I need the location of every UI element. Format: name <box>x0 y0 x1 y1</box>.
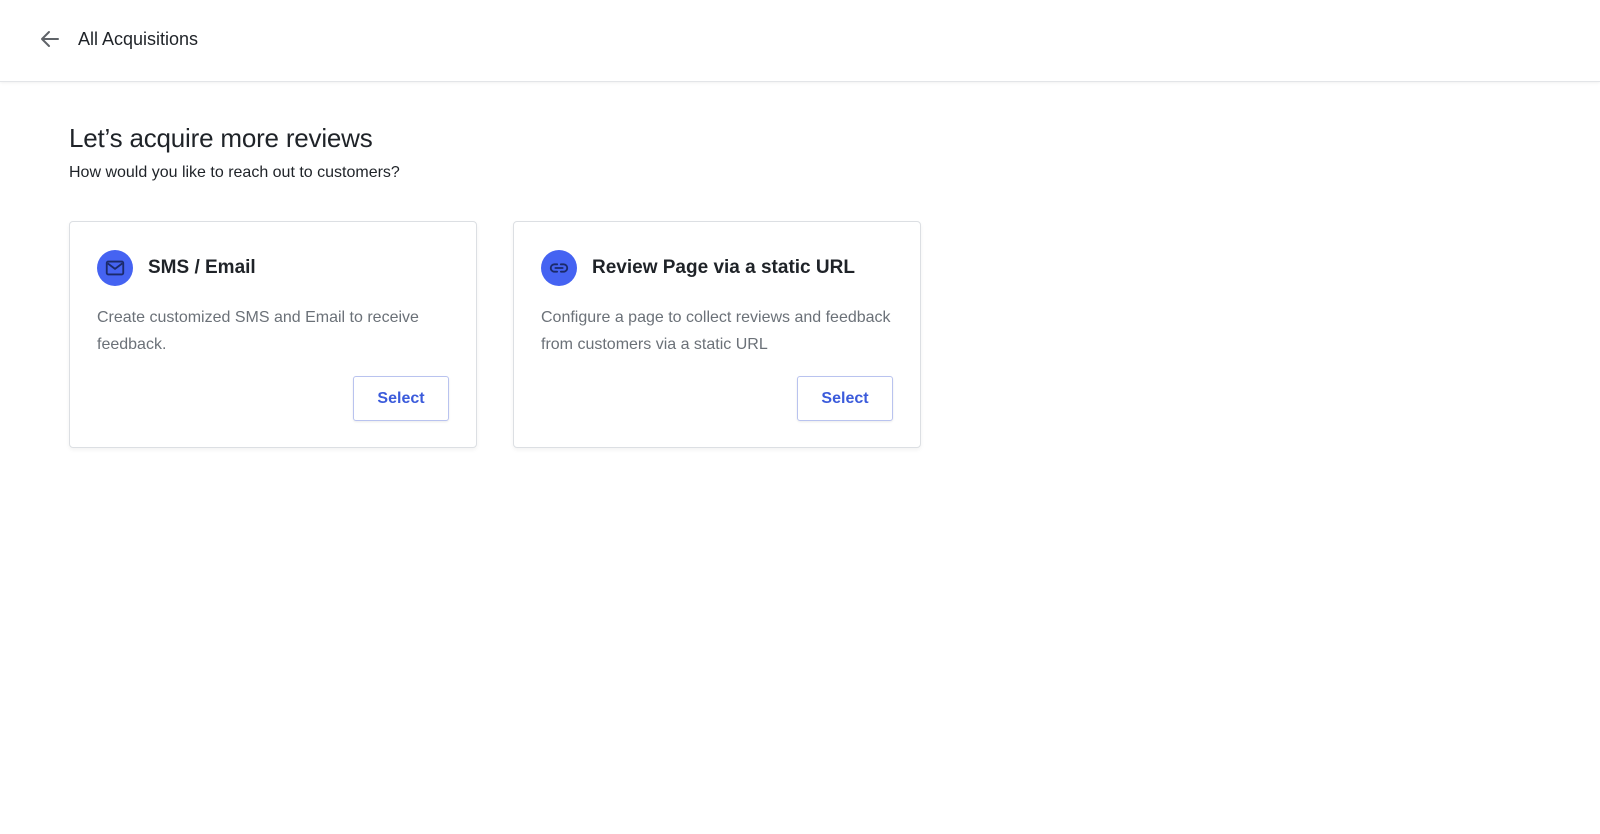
sms-email-card: SMS / Email Create customized SMS and Em… <box>69 221 477 448</box>
back-button[interactable] <box>36 25 64 53</box>
page-header: Let’s acquire more reviews How would you… <box>69 120 400 184</box>
card-description: Create customized SMS and Email to recei… <box>97 309 419 353</box>
card-title: Review Page via a static URL <box>592 257 855 278</box>
card-title: SMS / Email <box>148 257 256 278</box>
select-sms-email-button[interactable]: Select <box>353 376 449 421</box>
top-bar: All Acquisitions <box>0 0 1600 82</box>
page-title: Let’s acquire more reviews <box>69 123 373 153</box>
static-url-card: Review Page via a static URL Configure a… <box>513 221 921 448</box>
arrow-left-icon <box>41 31 59 47</box>
mail-icon <box>97 250 133 286</box>
back-link-label[interactable]: All Acquisitions <box>78 27 198 51</box>
acquisition-options: SMS / Email Create customized SMS and Em… <box>69 221 921 448</box>
card-description: Configure a page to collect reviews and … <box>541 309 891 353</box>
select-static-url-button[interactable]: Select <box>797 376 893 421</box>
page-subtitle: How would you like to reach out to custo… <box>69 164 400 181</box>
link-icon <box>541 250 577 286</box>
